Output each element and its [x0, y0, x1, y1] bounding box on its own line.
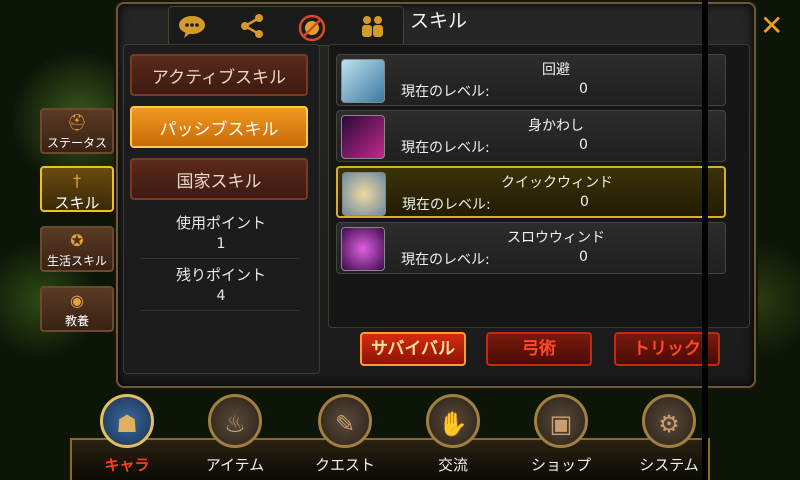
skill-name: クイックウィンド	[501, 175, 613, 191]
share-icon[interactable]	[235, 13, 269, 41]
helmet-icon: ⛑	[66, 113, 88, 132]
category-nation-skill-button[interactable]: 国家スキル	[130, 158, 308, 200]
skill-level-value: 0	[579, 137, 588, 153]
tab-survival[interactable]: サバイバル	[360, 332, 466, 366]
screen-divider	[702, 0, 708, 480]
nav-label: クエスト	[314, 456, 375, 474]
nav-label: 交流	[437, 456, 468, 474]
side-tab-label: ステータス	[46, 136, 107, 150]
remaining-points-value: 4	[216, 288, 226, 304]
skill-name: 身かわし	[528, 118, 584, 134]
side-tab-culture[interactable]: ◉ 教養	[40, 286, 114, 332]
character-icon: ☗	[100, 394, 154, 448]
category-active-skill-button[interactable]: アクティブスキル	[130, 54, 308, 96]
side-tab-skill[interactable]: † スキル	[40, 166, 114, 212]
skill-row-quick-wind[interactable]: クイックウィンド 現在のレベル: 0	[336, 166, 726, 218]
skill-level-label: 現在のレベル:	[401, 84, 490, 100]
nav-character[interactable]: ☗ キャラ	[84, 390, 180, 480]
medal-icon: ◉	[70, 291, 84, 310]
category-passive-skill-button[interactable]: パッシブスキル	[130, 106, 308, 148]
bag-icon: ♨	[208, 394, 262, 448]
tab-archery[interactable]: 弓術	[486, 332, 592, 366]
dodge-icon	[341, 115, 385, 159]
emblem-icon: ✪	[70, 231, 84, 250]
skill-level-value: 0	[580, 194, 589, 210]
nav-shop[interactable]: ▣ ショップ	[518, 390, 614, 480]
side-tab-label: 生活スキル	[46, 254, 107, 268]
party-icon[interactable]	[355, 13, 389, 41]
compass-icon[interactable]	[295, 13, 329, 42]
side-tab-label: スキル	[54, 194, 100, 212]
evade-icon	[341, 59, 385, 103]
scroll-icon: ✎	[318, 394, 372, 448]
skill-level-label: 現在のレベル:	[401, 140, 490, 156]
nav-label: システム	[639, 456, 699, 474]
nav-social[interactable]: ✋ 交流	[410, 390, 506, 480]
top-tab-bar	[168, 6, 404, 46]
nav-item[interactable]: ♨ アイテム	[192, 390, 288, 480]
chat-icon[interactable]	[175, 13, 209, 41]
skill-name: 回避	[542, 62, 570, 78]
skill-level-label: 現在のレベル:	[401, 252, 490, 268]
skill-name: スロウウィンド	[507, 230, 605, 246]
gear-icon: ⚙	[642, 394, 696, 448]
nav-label: アイテム	[205, 456, 265, 474]
quick-wind-icon	[342, 172, 386, 216]
remaining-points-label: 残りポイント	[175, 266, 266, 284]
skill-row-evade[interactable]: 回避 現在のレベル: 0	[336, 54, 726, 106]
sword-icon: †	[73, 171, 81, 190]
nav-quest[interactable]: ✎ クエスト	[302, 390, 398, 480]
handshake-icon: ✋	[426, 394, 480, 448]
divider	[140, 258, 300, 259]
skill-row-slow-wind[interactable]: スロウウィンド 現在のレベル: 0	[336, 222, 726, 274]
close-icon[interactable]: ✕	[760, 12, 783, 40]
side-tab-life-skill[interactable]: ✪ 生活スキル	[40, 226, 114, 272]
page-title: スキル	[410, 10, 468, 32]
nav-label: ショップ	[530, 456, 591, 474]
chest-icon: ▣	[534, 394, 588, 448]
skill-level-value: 0	[579, 249, 588, 265]
side-tab-status[interactable]: ⛑ ステータス	[40, 108, 114, 154]
skill-level-label: 現在のレベル:	[402, 197, 491, 213]
divider	[140, 310, 300, 311]
used-points-label: 使用ポイント	[175, 214, 266, 232]
side-tab-label: 教養	[64, 314, 89, 328]
skill-level-value: 0	[579, 81, 588, 97]
slow-wind-icon	[341, 227, 385, 271]
used-points-value: 1	[216, 236, 226, 252]
nav-label: キャラ	[104, 456, 150, 474]
skill-row-dodge[interactable]: 身かわし 現在のレベル: 0	[336, 110, 726, 162]
